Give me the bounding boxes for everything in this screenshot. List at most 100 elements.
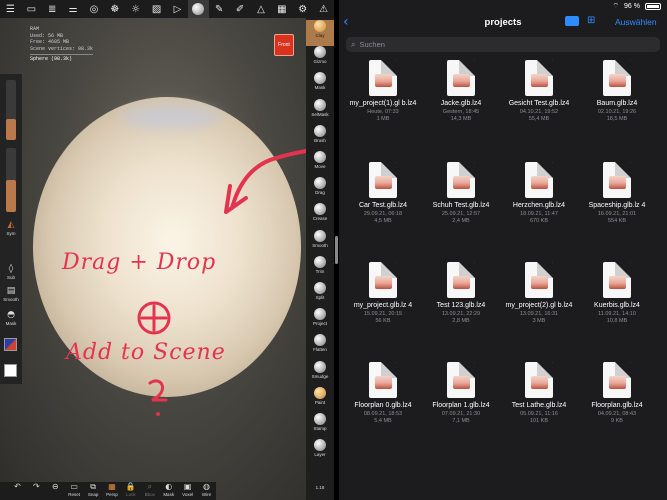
file-size: 14,3 MB	[450, 115, 472, 122]
tool-project[interactable]: Project	[306, 308, 334, 334]
file-date: 07.09.21, 21:30	[441, 410, 481, 417]
bottom-icon: ▦	[108, 482, 116, 491]
tool-mask[interactable]: Mask	[306, 72, 334, 98]
file-name: Jacke.glb.lz4	[440, 100, 482, 107]
file-item[interactable]: my_project.glb.lz 4 15.09.21, 20:15 56 KB	[343, 262, 423, 325]
file-name: my_project.glb.lz 4	[353, 302, 413, 309]
bottom-voxel-button[interactable]: ▣ Voxel	[178, 482, 197, 500]
file-item[interactable]: Test 123.glb.lz4 13.09.21, 22:29 2,8 MB	[421, 262, 501, 325]
tool-label: Gizmo	[313, 59, 327, 65]
file-name: Floorplan 0.glb.lz4	[354, 402, 412, 409]
file-thumbnail	[609, 176, 626, 189]
file-item[interactable]: Floorplan 1.glb.lz4 07.09.21, 21:30 7,1 MB	[421, 362, 501, 425]
bottom-label: Lock	[126, 492, 136, 497]
plus-sign	[140, 304, 168, 332]
search-icon: ⌕	[351, 39, 356, 49]
file-date: Heute, 07:33	[367, 108, 399, 115]
select-button[interactable]: Auswählen	[615, 17, 657, 27]
bottom-action-0-button[interactable]: ↶	[8, 482, 27, 500]
document-icon	[603, 362, 631, 398]
bottom-action-1-button[interactable]: ↷	[27, 482, 46, 500]
file-item[interactable]: my_project(2).gl b.lz4 13.09.21, 16:31 3 M…	[499, 262, 579, 325]
tool-move[interactable]: Move	[306, 151, 334, 177]
tool-flatten-icon	[314, 334, 326, 347]
search-bar[interactable]: ⌕	[346, 37, 660, 52]
file-size: 554 KB	[607, 217, 627, 224]
tool-split[interactable]: Split	[306, 282, 334, 308]
bottom-lock-button[interactable]: 🔒 Lock	[121, 482, 140, 500]
file-size: 5,4 MB	[374, 417, 392, 424]
file-name: Schuh Test.glb.lz4	[432, 202, 490, 209]
tool-smudge[interactable]: Smudge	[306, 360, 334, 387]
wifi-icon: ⌔	[612, 3, 620, 10]
tool-selmask[interactable]: SelMask	[306, 98, 334, 125]
file-name: Gesicht Test.glb.lz4	[508, 100, 570, 107]
bottom-icon: ⌕	[147, 482, 153, 491]
document-icon	[369, 362, 397, 398]
file-item[interactable]: Spaceship.glb.lz 4 16.09.21, 21:01 554 KB	[577, 162, 657, 225]
status-bar: ⌔ 96 %	[612, 2, 661, 11]
battery-percent: 96 %	[624, 3, 640, 10]
view-options-icon[interactable]: ⊞	[587, 15, 595, 26]
file-item[interactable]: Car Test.glb.lz4 29.09.21, 06:18 4,5 MB	[343, 162, 423, 225]
bottom-label: Reset	[68, 492, 81, 497]
bottom-persp-button[interactable]: ▦ Persp	[103, 482, 122, 500]
file-item[interactable]: Jacke.glb.lz4 Gestern, 18:45 14,3 MB	[421, 60, 501, 123]
tool-layer[interactable]: Layer	[306, 439, 334, 465]
bottom-icon: ⊖	[51, 482, 59, 491]
bottom-reset-button[interactable]: ▭ Reset	[65, 482, 84, 500]
file-date: 13.09.21, 16:31	[519, 310, 559, 317]
file-item[interactable]: my_project(1).gl b.lz4 Heute, 07:33 1 MB	[343, 60, 423, 123]
file-thumbnail	[609, 376, 626, 389]
bottom-bbox-button[interactable]: ⌕ Bbox	[140, 482, 159, 500]
tool-drag-icon	[314, 177, 326, 190]
bottom-wire-button[interactable]: ◍ Wire	[197, 482, 216, 500]
file-size: 10,8 MB	[606, 317, 628, 324]
document-icon	[603, 162, 631, 198]
file-date: 11.09.21, 14:10	[598, 310, 636, 317]
file-name: Floorplan.glb.lz4	[591, 402, 643, 409]
scribble-mark	[148, 379, 168, 402]
file-size: 7,1 MB	[452, 417, 470, 424]
tool-gizmo[interactable]: Gizmo	[306, 46, 334, 72]
tool-label: Split	[315, 295, 325, 300]
tool-brush[interactable]: Brush	[306, 124, 334, 151]
tool-smooth[interactable]: Smooth	[306, 229, 334, 256]
bottom-action-2-button[interactable]: ⊖	[46, 482, 65, 500]
tool-flatten[interactable]: Flatten	[306, 334, 334, 360]
file-item[interactable]: Floorplan 0.glb.lz4 08.09.21, 18:53 5,4 MB	[343, 362, 423, 425]
file-item[interactable]: Herzchen.glb.lz4 18.09.21, 11:47 670 KB	[499, 162, 579, 225]
tool-paint[interactable]: Paint	[306, 386, 334, 413]
file-item[interactable]: Test Lathe.glb.lz4 05.09.21, 11:16 101 KB	[499, 362, 579, 425]
tool-project-icon	[314, 308, 326, 321]
file-item[interactable]: Kuerbis.glb.lz4 11.09.21, 14:10 10,8 MB	[577, 262, 657, 325]
file-size: 18,5 MB	[606, 115, 628, 122]
file-thumbnail	[609, 276, 626, 289]
new-folder-icon[interactable]	[565, 16, 579, 26]
tool-label: Drag	[315, 190, 325, 196]
tool-label: SelMask	[311, 111, 329, 117]
bottom-label: Mask	[163, 492, 175, 497]
search-input[interactable]	[359, 40, 640, 49]
file-thumbnail	[453, 276, 470, 289]
tool-split-icon	[314, 282, 326, 294]
tool-crease[interactable]: Crease	[306, 203, 334, 229]
file-date: Gestern, 18:45	[442, 108, 480, 115]
annotation-drag-drop: Drag + Drop	[62, 250, 217, 275]
file-item[interactable]: Schuh Test.glb.lz4 25.09.21, 12:57 2,4 MB	[421, 162, 501, 225]
file-item[interactable]: Gesicht Test.glb.lz4 04.10.21, 19:52 55,4 …	[499, 60, 579, 123]
tool-drag[interactable]: Drag	[306, 177, 334, 203]
tool-stamp[interactable]: Stamp	[306, 413, 334, 439]
divider-handle[interactable]	[335, 236, 338, 264]
bottom-snap-button[interactable]: ⧉ Snap	[84, 482, 103, 500]
file-size: 1 MB	[376, 115, 390, 122]
tool-clay[interactable]: Clay	[306, 20, 334, 46]
tool-label: Brush	[314, 137, 326, 143]
file-item[interactable]: Floorplan.glb.lz4 04.09.21, 08:43 9 KB	[577, 362, 657, 425]
file-item[interactable]: Baum.glb.lz4 02.10.21, 19:26 18,5 MB	[577, 60, 657, 123]
bottom-label: Snap	[87, 492, 99, 497]
zoom-value: 1.18	[315, 485, 325, 490]
tool-trim[interactable]: Trim	[306, 255, 334, 282]
file-thumbnail	[453, 376, 470, 389]
bottom-mask-button[interactable]: ◐ Mask	[159, 482, 178, 500]
